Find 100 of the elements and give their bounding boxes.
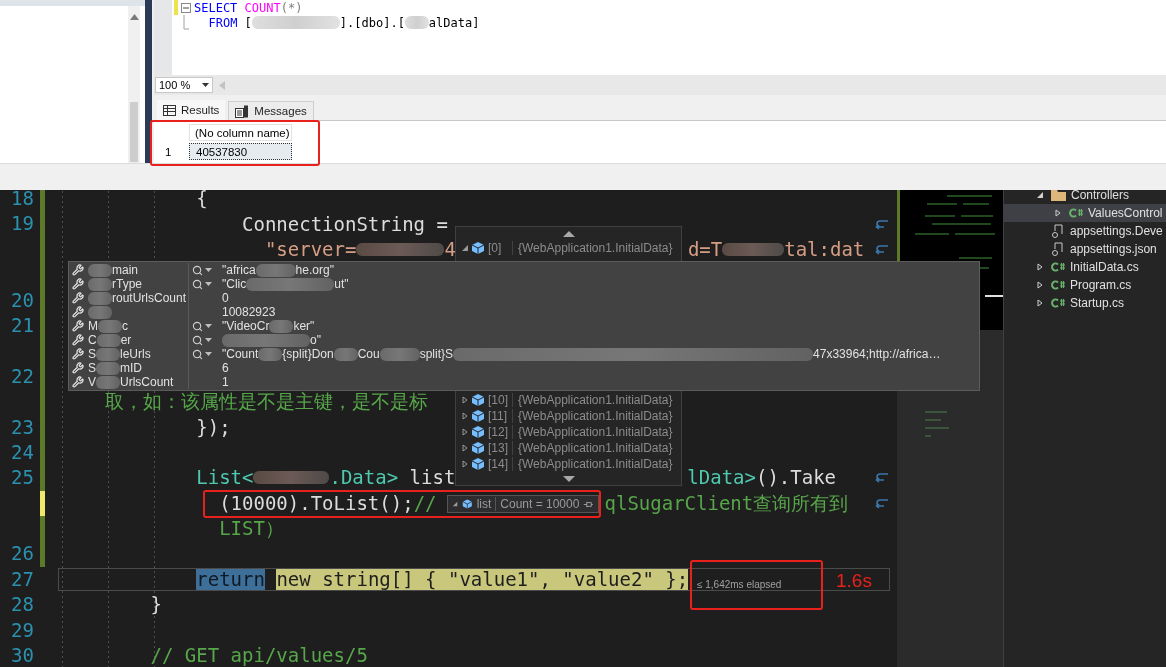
- code-comment: qlSugarClient查询所有到: [604, 492, 849, 514]
- redacted-block: [88, 305, 112, 319]
- code-text: (10000).ToList();: [219, 492, 414, 514]
- code-text: lData>: [687, 467, 756, 489]
- collapsed-arrow-icon[interactable]: [461, 428, 469, 436]
- search-icon[interactable]: [192, 334, 203, 346]
- scrollbar[interactable]: [128, 6, 140, 163]
- zoom-dropdown[interactable]: 100 %: [155, 77, 213, 93]
- line-number: 23: [10, 414, 34, 440]
- sql-text: [: [244, 15, 252, 30]
- wrench-icon: [72, 362, 84, 374]
- property-value: 1: [222, 375, 229, 389]
- column-header[interactable]: (No column name): [189, 124, 292, 141]
- item-index: [14]: [487, 457, 509, 471]
- sql-text: (*): [280, 0, 303, 15]
- property-name: leUrls: [120, 347, 151, 361]
- scroll-up-arrow[interactable]: [562, 230, 575, 237]
- tree-item[interactable]: appsettings.json: [1004, 240, 1166, 258]
- caret-icon: [202, 83, 209, 87]
- tree-item[interactable]: appsettings.Deve: [1004, 222, 1166, 240]
- line-number: 18: [10, 190, 34, 211]
- line-number: 21: [10, 312, 34, 338]
- grid-icon: [163, 104, 176, 116]
- caret-icon[interactable]: [205, 282, 212, 286]
- code-text: ().Take: [756, 467, 837, 489]
- item-index: [0]: [487, 241, 503, 255]
- collapsed-arrow-icon[interactable]: [1036, 299, 1044, 307]
- caret-icon[interactable]: [205, 324, 212, 328]
- line-number: 29: [10, 617, 34, 643]
- caret-icon[interactable]: [205, 338, 212, 342]
- expanded-arrow-icon[interactable]: [452, 500, 459, 508]
- tree-item[interactable]: ValuesControl: [1004, 204, 1166, 222]
- pin-icon[interactable]: [583, 499, 594, 509]
- property-value: o": [310, 333, 321, 347]
- property-name: S: [88, 361, 96, 375]
- expanded-arrow-icon[interactable]: [1036, 191, 1044, 199]
- expanded-arrow-icon[interactable]: [461, 244, 469, 252]
- result-tab[interactable]: Results: [156, 99, 227, 120]
- splitter-bar[interactable]: [145, 0, 152, 163]
- caret-icon[interactable]: [205, 352, 212, 356]
- tree-item[interactable]: Startup.cs: [1004, 294, 1166, 312]
- cube-icon: [471, 409, 485, 423]
- property-value: "africa: [222, 263, 256, 277]
- collapse-icon[interactable]: [181, 2, 191, 13]
- redacted-block: [98, 319, 122, 333]
- scrollbar-thumb[interactable]: [130, 102, 138, 162]
- collapsed-arrow-icon[interactable]: [461, 460, 469, 468]
- search-icon[interactable]: [192, 278, 203, 290]
- line-number: 20: [10, 287, 34, 313]
- code-text: d=T: [687, 238, 723, 260]
- collapsed-arrow-icon[interactable]: [1054, 209, 1062, 217]
- scroll-up-arrow[interactable]: [129, 14, 139, 20]
- code-comment: 取，如：该属性是不是主键，是不是标: [104, 391, 428, 413]
- collapsed-arrow-icon[interactable]: [461, 396, 469, 404]
- wrench-icon: [72, 348, 84, 360]
- caret-icon[interactable]: [205, 268, 212, 272]
- tree-item[interactable]: Controllers: [1004, 190, 1166, 204]
- scroll-down-arrow[interactable]: [562, 475, 575, 482]
- code-text: 4: [444, 238, 456, 260]
- code-comment: // GET api/values/5: [150, 645, 368, 667]
- redacted-block: [404, 16, 429, 29]
- wrench-icon: [72, 334, 84, 346]
- annotation-label: 1.6s: [836, 570, 872, 592]
- search-icon[interactable]: [192, 264, 203, 276]
- line-number: 27: [10, 566, 34, 592]
- line-number: 28: [10, 592, 34, 618]
- property-value: {split}Don: [282, 347, 334, 361]
- property-name: UrlsCount: [120, 375, 174, 389]
- redacted-block: [96, 375, 120, 389]
- property-value: "VideoCr: [222, 319, 270, 333]
- tree-item[interactable]: InitialData.cs: [1004, 258, 1166, 276]
- result-cell[interactable]: 40537830: [189, 143, 292, 160]
- highlighted-keyword: return: [196, 569, 265, 591]
- wrench-icon: [72, 306, 84, 318]
- code-text: ConnectionString =: [242, 213, 448, 235]
- redacted-block: [88, 263, 112, 277]
- property-value: split}S: [419, 347, 454, 361]
- collapsed-arrow-icon[interactable]: [1036, 281, 1044, 289]
- cube-icon: [471, 241, 485, 255]
- collapsed-arrow-icon[interactable]: [1036, 263, 1044, 271]
- item-value: {WebApplication1.InitialData}: [512, 409, 673, 423]
- code-comment: //: [413, 492, 437, 514]
- redacted-block: [379, 347, 420, 361]
- sql-text: ].[dbo].[: [339, 15, 405, 30]
- list-tooltip[interactable]: list Count = 10000: [447, 495, 599, 513]
- property-name: routUrlsCount: [112, 291, 187, 305]
- redacted-block: [96, 333, 121, 347]
- collapsed-arrow-icon[interactable]: [461, 412, 469, 420]
- cube-icon: [471, 457, 485, 471]
- property-name: V: [88, 375, 96, 389]
- search-icon[interactable]: [192, 348, 203, 360]
- property-name: rType: [112, 277, 142, 291]
- search-icon[interactable]: [192, 320, 203, 332]
- property-value: ker": [293, 319, 315, 333]
- collapsed-arrow-icon[interactable]: [461, 444, 469, 452]
- wrench-icon: [72, 264, 84, 276]
- result-tab[interactable]: Messages: [228, 101, 314, 120]
- code-text: {: [196, 190, 208, 210]
- property-value: 47x33964;http://africa…: [813, 347, 941, 361]
- tree-item[interactable]: Program.cs: [1004, 276, 1166, 294]
